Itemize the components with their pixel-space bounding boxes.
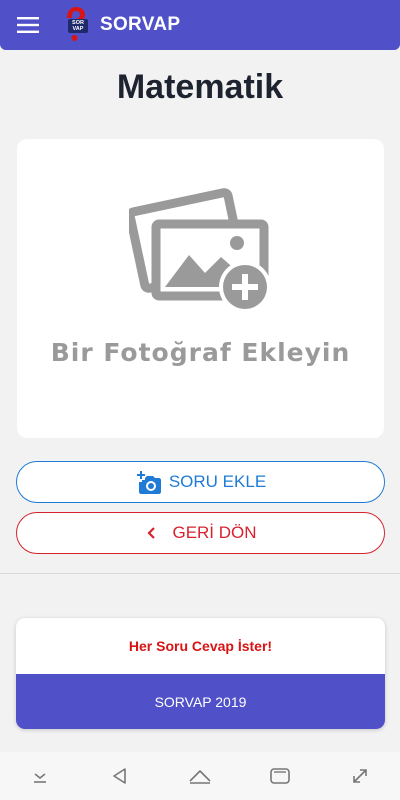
home-nav-button[interactable]	[180, 756, 220, 796]
add-question-button[interactable]: SORU EKLE	[16, 461, 385, 503]
footer-copyright: SORVAP 2019	[16, 674, 385, 729]
recents-nav-button[interactable]	[260, 756, 300, 796]
add-photo-label: Bir Fotoğraf Ekleyin	[50, 338, 351, 367]
home-icon	[189, 770, 211, 784]
add-camera-icon	[136, 471, 161, 494]
recents-icon	[270, 768, 290, 784]
logo-text: SOR VAP	[72, 20, 84, 32]
rotate-screen-icon	[353, 769, 367, 783]
page-title: Matematik	[116, 68, 284, 106]
back-label: GERİ DÖN	[172, 523, 257, 542]
footer-slogan: Her Soru Cevap İster!	[128, 638, 273, 654]
chevron-left-icon	[147, 527, 156, 539]
rotate-screen-button[interactable]	[340, 756, 380, 796]
divider	[0, 573, 400, 574]
app-bar: SOR VAP SORVAP	[0, 0, 400, 50]
hide-keyboard-icon	[34, 773, 46, 783]
back-icon	[113, 768, 126, 784]
back-button[interactable]: GERİ DÖN	[16, 512, 385, 554]
app-title: SORVAP	[100, 14, 181, 35]
hide-keyboard-button[interactable]	[20, 756, 60, 796]
footer-card: Her Soru Cevap İster! SORVAP 2019	[16, 618, 385, 729]
app-logo: SOR VAP	[60, 6, 90, 44]
add-photo-area[interactable]: Bir Fotoğraf Ekleyin	[17, 139, 384, 438]
hamburger-menu-icon	[17, 17, 39, 33]
back-nav-button[interactable]	[100, 756, 140, 796]
add-question-label: SORU EKLE	[168, 472, 267, 491]
add-photo-icon	[129, 188, 271, 309]
menu-button[interactable]	[0, 0, 56, 50]
system-nav-bar	[0, 752, 400, 800]
